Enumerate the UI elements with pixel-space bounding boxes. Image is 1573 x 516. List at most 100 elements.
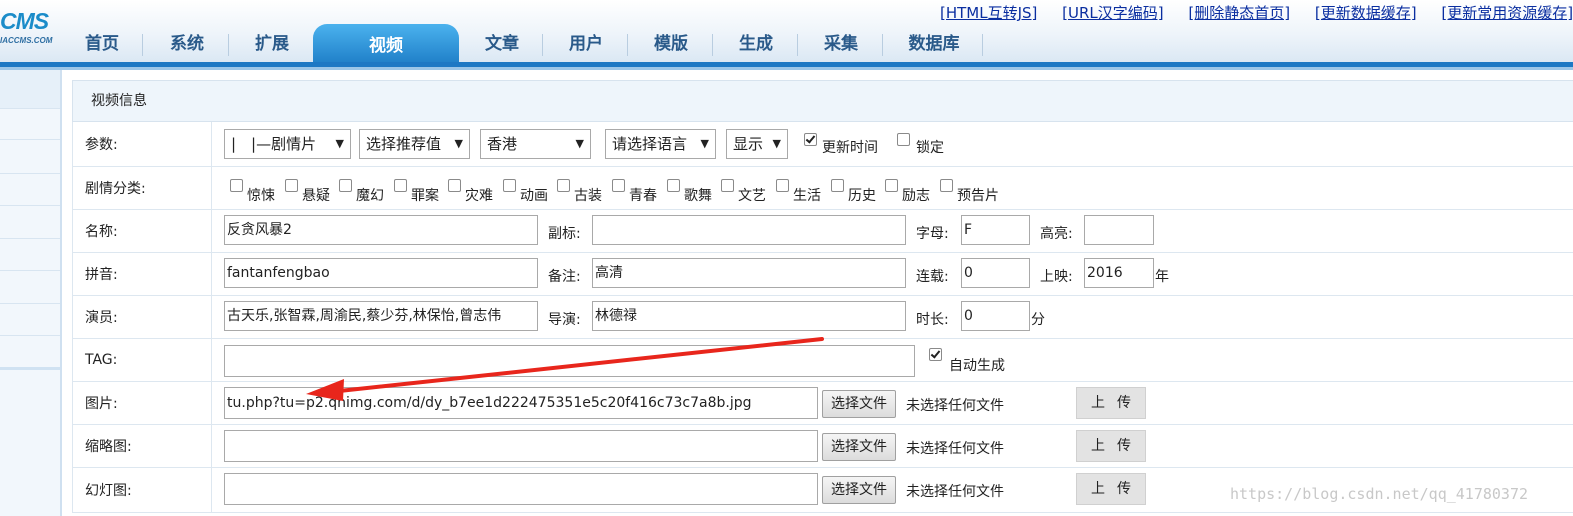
- genre-label: 罪案: [411, 188, 439, 204]
- genre-checkbox[interactable]: [612, 179, 625, 192]
- auto-generate-label: 自动生成: [949, 358, 1005, 374]
- genre-checkbox[interactable]: [557, 179, 570, 192]
- genres-label: 剧情分类:: [85, 181, 146, 197]
- genre-checkbox[interactable]: [831, 179, 844, 192]
- nav-video-active[interactable]: 视频: [313, 24, 459, 64]
- genre-checkbox[interactable]: [230, 179, 243, 192]
- update-time-checkbox[interactable]: [804, 133, 817, 146]
- genre-label: 悬疑: [302, 188, 330, 204]
- sidebar-item[interactable]: [0, 206, 60, 239]
- year-input[interactable]: 2016: [1084, 258, 1154, 288]
- highlight-input[interactable]: [1084, 215, 1154, 245]
- genre-checkbox[interactable]: [394, 179, 407, 192]
- slide-no-file-text: 未选择任何文件: [906, 484, 1004, 500]
- link-update-resource-cache[interactable]: [更新常用资源缓存]: [1441, 4, 1573, 22]
- sidebar-item[interactable]: [0, 336, 60, 370]
- area-select-value: 香港: [487, 135, 518, 153]
- nav-collect[interactable]: 采集: [807, 22, 875, 62]
- link-delete-static-index[interactable]: [删除静态首页]: [1188, 4, 1290, 22]
- subtitle-input[interactable]: [592, 215, 906, 245]
- genre-label: 励志: [902, 188, 930, 204]
- duration-label: 时长:: [916, 312, 949, 328]
- recommend-select[interactable]: 选择推荐值 ▼: [359, 129, 470, 159]
- genre-checkbox[interactable]: [339, 179, 352, 192]
- nav-extend[interactable]: 扩展: [238, 22, 306, 62]
- params-label-cell: 参数:: [73, 122, 212, 166]
- thumbnail-label-cell: 缩略图:: [73, 425, 212, 467]
- genre-checkbox[interactable]: [721, 179, 734, 192]
- genres-label-cell: 剧情分类:: [73, 167, 212, 209]
- sidebar-item[interactable]: [0, 140, 60, 174]
- letter-input[interactable]: F: [961, 215, 1030, 245]
- genre-label: 灾难: [465, 188, 493, 204]
- update-time-label: 更新时间: [822, 140, 878, 156]
- actors-input[interactable]: 古天乐,张智霖,周渝民,蔡少芬,林保怡,曾志伟: [224, 301, 538, 331]
- nav-article[interactable]: 文章: [468, 22, 536, 62]
- sidebar-item[interactable]: [0, 271, 60, 304]
- genre-label: 生活: [793, 188, 821, 204]
- genre-label: 文艺: [738, 188, 766, 204]
- pinyin-input[interactable]: fantanfengbao: [224, 258, 538, 288]
- sidebar-item[interactable]: [0, 304, 60, 336]
- thumbnail-choose-file-button[interactable]: 选择文件: [822, 433, 896, 461]
- genre-checkbox[interactable]: [448, 179, 461, 192]
- nav-template[interactable]: 模版: [637, 22, 705, 62]
- type-select-value: | |—剧情片: [231, 135, 317, 153]
- genre-checkbox[interactable]: [940, 179, 953, 192]
- genre-checkbox[interactable]: [885, 179, 898, 192]
- slide-upload-button[interactable]: 上传: [1076, 473, 1146, 505]
- area-select[interactable]: 香港 ▼: [480, 129, 591, 159]
- sidebar-item[interactable]: [0, 109, 60, 140]
- sidebar: [0, 70, 62, 516]
- nav-user[interactable]: 用户: [552, 22, 620, 62]
- type-select[interactable]: | |—剧情片 ▼: [224, 129, 351, 159]
- tag-input[interactable]: [224, 345, 915, 377]
- genre-checkbox[interactable]: [285, 179, 298, 192]
- highlight-label: 高亮:: [1040, 226, 1073, 242]
- link-url-encode[interactable]: [URL汉字编码]: [1062, 4, 1163, 22]
- picture-url-input[interactable]: tu.php?tu=p2.qhimg.com/d/dy_b7ee1d222475…: [224, 387, 818, 419]
- logo-subtext: IACCMS.COM: [0, 36, 53, 45]
- auto-generate-checkbox[interactable]: [929, 348, 942, 361]
- genre-label: 古装: [574, 188, 602, 204]
- duration-unit: 分: [1031, 312, 1045, 328]
- genre-checkbox[interactable]: [667, 179, 680, 192]
- director-input[interactable]: 林德禄: [592, 301, 906, 331]
- pinyin-row: 拼音: fantanfengbao 备注: 高清 连载: 0 上映: 2016 …: [72, 253, 1573, 296]
- remark-label: 备注:: [548, 269, 581, 285]
- thumbnail-url-input[interactable]: [224, 430, 818, 462]
- sidebar-item[interactable]: [0, 70, 60, 109]
- sidebar-item[interactable]: [0, 239, 60, 271]
- genre-label: 惊悚: [247, 188, 275, 204]
- slide-choose-file-button[interactable]: 选择文件: [822, 476, 896, 504]
- picture-upload-button[interactable]: 上传: [1076, 387, 1146, 419]
- slide-url-input[interactable]: [224, 473, 818, 505]
- remark-input[interactable]: 高清: [592, 258, 906, 288]
- thumbnail-upload-button[interactable]: 上传: [1076, 430, 1146, 462]
- nav-system[interactable]: 系统: [152, 22, 222, 62]
- nav-database[interactable]: 数据库: [892, 22, 976, 62]
- genre-label: 青春: [629, 188, 657, 204]
- thumbnail-row: 缩略图: 选择文件 未选择任何文件 上传: [72, 425, 1573, 468]
- sidebar-item[interactable]: [0, 174, 60, 206]
- link-html-js[interactable]: [HTML互转JS]: [940, 4, 1037, 22]
- genre-checkbox[interactable]: [503, 179, 516, 192]
- nav-home[interactable]: 首页: [70, 22, 134, 62]
- director-label: 导演:: [548, 312, 581, 328]
- genre-checkbox[interactable]: [776, 179, 789, 192]
- name-label-cell: 名称:: [73, 210, 212, 252]
- nav-divider: [797, 34, 798, 56]
- lock-checkbox[interactable]: [897, 133, 910, 146]
- tag-label-cell: TAG:: [73, 339, 212, 381]
- link-update-data-cache[interactable]: [更新数据缓存]: [1315, 4, 1417, 22]
- display-select[interactable]: 显示 ▼: [726, 129, 788, 159]
- genre-label: 动画: [520, 188, 548, 204]
- letter-label: 字母:: [916, 226, 949, 242]
- name-input[interactable]: 反贪风暴2: [224, 215, 538, 245]
- language-select[interactable]: 请选择语言 ▼: [605, 129, 716, 159]
- params-label: 参数:: [85, 137, 118, 153]
- picture-choose-file-button[interactable]: 选择文件: [822, 390, 896, 418]
- nav-generate[interactable]: 生成: [722, 22, 790, 62]
- duration-input[interactable]: 0: [961, 301, 1030, 331]
- serial-input[interactable]: 0: [961, 258, 1030, 288]
